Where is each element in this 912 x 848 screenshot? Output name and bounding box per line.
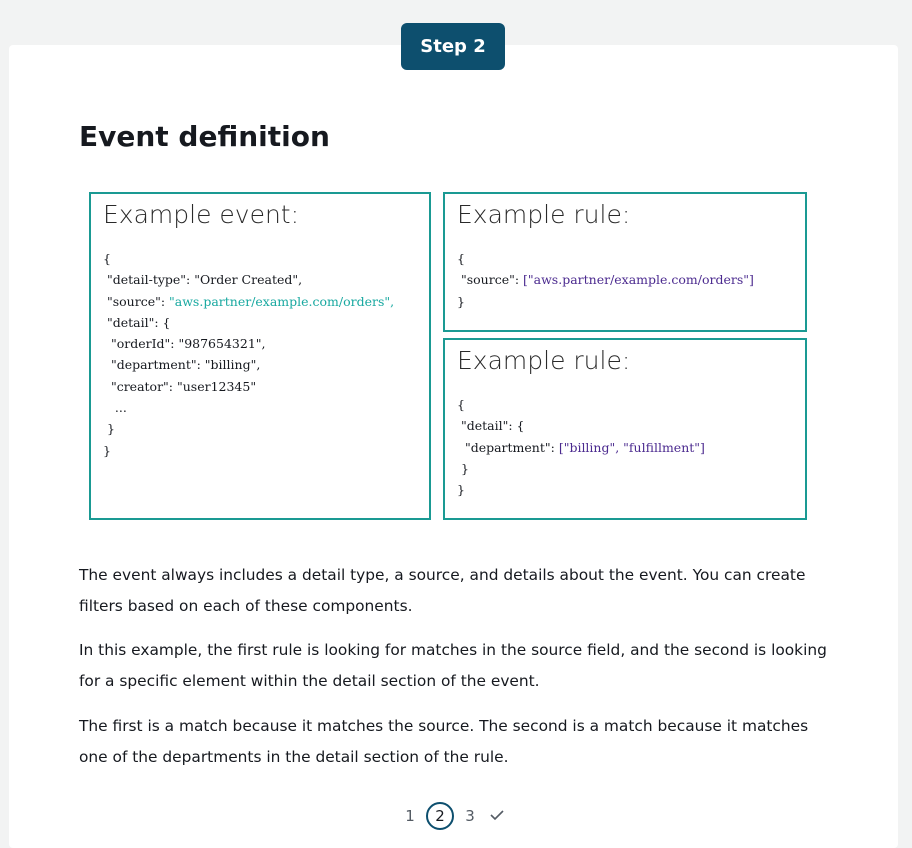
code-line: "department": ["billing", "fulfillment"]: [457, 437, 705, 458]
code-line: ...: [103, 397, 394, 418]
code-text: {: [103, 251, 111, 266]
paragraph-match-explanation: The first is a match because it matches …: [79, 717, 809, 766]
paragraph-event-components: The event always includes a detail type,…: [79, 566, 806, 615]
code-line: }: [457, 291, 754, 312]
code-text: }: [457, 482, 465, 498]
code-line: "source": ["aws.partner/example.com/orde…: [457, 269, 754, 290]
code-line: "source": "aws.partner/example.com/order…: [103, 291, 394, 312]
example-event-box: Example event: { "detail-type": "Order C…: [89, 192, 431, 520]
code-line: {: [103, 248, 394, 269]
code-text: "department":: [457, 439, 559, 455]
pagination: 1 2 3: [398, 800, 512, 832]
code-line: "department": "billing",: [103, 354, 394, 375]
code-text: "source":: [103, 293, 170, 309]
paragraph-rule-explanation: In this example, the first rule is looki…: [79, 641, 827, 690]
example-rule-source-title: Example rule:: [457, 200, 631, 229]
code-line: }: [457, 479, 705, 500]
code-text: }: [103, 421, 115, 437]
code-text: ...: [103, 400, 127, 416]
code-line: {: [457, 248, 754, 269]
code-text: "orderId": "987654321",: [103, 336, 266, 352]
code-text: }: [103, 442, 111, 458]
code-text: "detail": {: [103, 314, 171, 330]
example-rule-detail-box: Example rule: { "detail": { "department"…: [443, 338, 807, 520]
code-text: "detail-type": "Order Created",: [103, 272, 303, 288]
example-rule-detail-title: Example rule:: [457, 346, 631, 375]
code-line: }: [103, 418, 394, 439]
code-line: "creator": "user12345": [103, 376, 394, 397]
page-title: Event definition: [79, 120, 330, 153]
example-event-code: { "detail-type": "Order Created", "sourc…: [103, 248, 394, 461]
code-text: "department": "billing",: [103, 357, 261, 373]
code-value: ["aws.partner/example.com/orders"]: [523, 272, 754, 288]
code-text: "source":: [457, 272, 524, 288]
code-line: }: [457, 458, 705, 479]
example-rule-source-code: { "source": ["aws.partner/example.com/or…: [457, 248, 754, 312]
code-line: "orderId": "987654321",: [103, 333, 394, 354]
code-text: "creator": "user12345": [103, 378, 257, 394]
page-1-link[interactable]: 1: [398, 807, 422, 825]
code-text: {: [457, 251, 465, 266]
code-text: }: [457, 293, 465, 309]
step-badge: Step 2: [401, 23, 505, 70]
page-3-link[interactable]: 3: [458, 807, 482, 825]
code-text: }: [457, 460, 469, 476]
code-text: "detail": {: [457, 418, 525, 434]
code-value: ["billing", "fulfillment"]: [558, 439, 705, 455]
code-value: "aws.partner/example.com/orders",: [169, 293, 395, 309]
code-line: "detail-type": "Order Created",: [103, 269, 394, 290]
code-text: {: [457, 397, 465, 412]
code-line: "detail": {: [103, 312, 394, 333]
code-line: "detail": {: [457, 415, 705, 436]
code-line: {: [457, 394, 705, 415]
code-line: }: [103, 440, 394, 461]
page-2-current[interactable]: 2: [426, 802, 454, 830]
example-event-title: Example event:: [103, 200, 300, 229]
check-icon[interactable]: [482, 807, 512, 825]
example-rule-source-box: Example rule: { "source": ["aws.partner/…: [443, 192, 807, 332]
example-rule-detail-code: { "detail": { "department": ["billing", …: [457, 394, 705, 500]
